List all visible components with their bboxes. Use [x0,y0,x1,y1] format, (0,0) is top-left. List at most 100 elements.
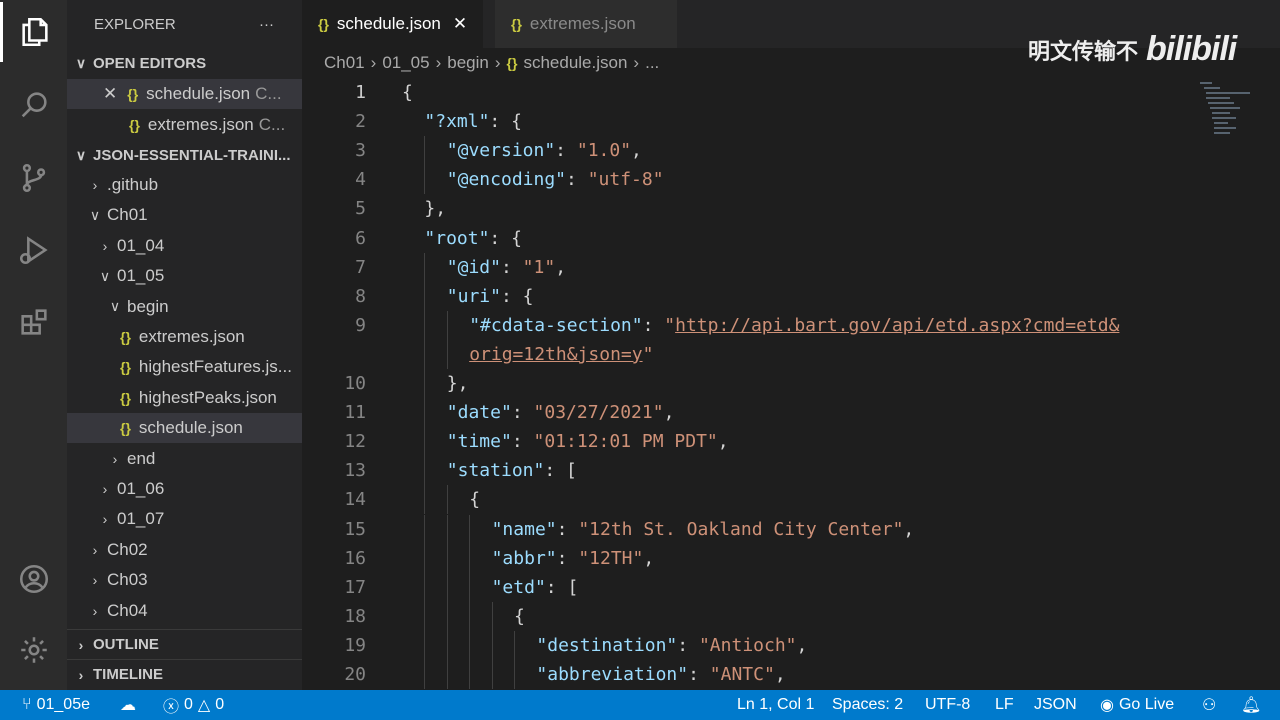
sync-button[interactable]: ☁ [120,690,136,720]
code-line: "abbreviation": "ANTC", [536,660,785,689]
code-token: "name" [491,518,557,540]
code-line: "time": "01:12:01 PM PDT", [447,427,729,456]
minimap[interactable] [1200,78,1260,408]
tree-folder[interactable]: ∨ Ch01 [67,200,302,230]
breadcrumb-item[interactable]: schedule.json [523,53,627,73]
open-editor-item[interactable]: {} extremes.json C... [67,110,302,140]
tree-file[interactable]: {} extremes.json [67,322,302,352]
more-actions-icon[interactable]: ··· [259,16,274,33]
chevron-down-icon: ∨ [75,146,87,163]
branch-indicator[interactable]: ⑂ 01_05e [22,690,90,720]
code-token: : [556,518,579,540]
source-control-icon[interactable] [0,148,67,208]
tree-folder[interactable]: › Ch03 [67,565,302,595]
notifications-bell-icon[interactable]: 🔔︎ [1241,690,1261,720]
tree-file[interactable]: {} schedule.json [67,413,302,444]
close-icon[interactable]: ✕ [453,14,467,34]
go-live-button[interactable]: ◉ Go Live [1100,690,1174,720]
tree-folder[interactable]: › end [67,444,302,474]
code-token: : [677,634,699,656]
file-name: schedule.json [146,84,251,103]
breadcrumb-item[interactable]: begin [447,53,489,73]
tree-folder[interactable]: ∨ 01_05 [67,261,302,291]
code-line: "etd": [ [492,573,579,602]
extensions-icon[interactable] [0,292,67,352]
chevron-right-icon: › [78,636,84,653]
open-editor-item[interactable]: ✕ {} schedule.json C... [67,79,302,109]
tree-item-label: Ch03 [107,570,148,590]
tree-folder[interactable]: › 01_07 [67,504,302,534]
code-token: "Antioch" [698,634,797,656]
indent-guide [514,630,515,660]
tree-folder[interactable]: › 01_06 [67,474,302,504]
code-token: : [511,402,534,424]
indent-guide [469,630,471,660]
tree-item-label: Ch01 [107,205,148,225]
close-icon[interactable]: ✕ [103,84,117,104]
feedback-icon[interactable]: ⚇ [1202,690,1216,720]
line-ending[interactable]: LF [995,690,1014,720]
account-icon[interactable] [0,549,67,609]
indent-guide [469,514,471,544]
language-mode[interactable]: JSON [1034,690,1077,720]
line-number [302,340,366,369]
code-token: "ANTC" [709,664,775,685]
tree-file[interactable]: {} highestPeaks.json [67,383,302,413]
tree-item-label: Ch02 [107,539,148,559]
code-line: { [469,485,480,514]
tree-folder[interactable]: › 01_04 [67,231,302,261]
tab-label: schedule.json [336,14,441,33]
tree-item-label: highestPeaks.json [138,387,277,407]
tree-folder[interactable]: ∨ begin [67,292,302,322]
line-number: 15 [344,518,366,540]
run-debug-icon[interactable] [0,220,67,280]
code-line: "abbr": "12TH", [492,544,655,573]
json-file-icon: {} [120,329,131,345]
problems-indicator[interactable]: ⓧ 0 △ 0 [163,690,224,720]
line-number: 2 [355,111,366,133]
code-token: , [555,256,567,278]
project-label: JSON-ESSENTIAL-TRAINI... [93,146,291,164]
git-branch-icon: ⑂ [22,696,32,713]
tree-folder[interactable]: › .github [67,170,302,200]
search-icon[interactable] [0,75,67,135]
code-token: "12th St. Oakland City Center" [578,518,904,540]
line-number: 9 [355,314,366,336]
code-token: "?xml" [424,111,490,133]
explorer-icon[interactable] [0,2,67,62]
chevron-down-icon: ∨ [75,54,87,71]
tree-folder[interactable]: › Ch04 [67,596,302,626]
encoding[interactable]: UTF-8 [925,690,970,720]
line-number: 11 [344,402,366,424]
json-file-icon: {} [129,117,140,133]
tree-folder[interactable]: › Ch02 [67,535,302,565]
project-section[interactable]: ∨ JSON-ESSENTIAL-TRAINI... [67,140,302,170]
indent-guide [446,630,448,660]
go-live-label: Go Live [1118,696,1175,713]
code-token: }, [424,198,447,220]
timeline-section[interactable]: › TIMELINE [67,659,302,689]
tab-extremes-json[interactable]: {} extremes.json [495,0,677,48]
cursor-position[interactable]: Ln 1, Col 1 [737,690,814,720]
breadcrumb-item[interactable]: Ch01 [324,53,365,73]
json-file-icon: {} [318,16,329,32]
code-token: : [511,431,534,453]
indent-guide [424,543,426,573]
indent-guide [514,660,515,689]
indent-guide [446,601,448,631]
tree-file[interactable]: {} highestFeatures.js... [67,352,302,382]
breadcrumb-item[interactable]: 01_05 [382,53,429,73]
code-token: , [717,431,729,453]
breadcrumb-item[interactable]: ... [645,53,659,73]
chevron-right-icon: › [102,481,108,497]
open-editors-section[interactable]: ∨ OPEN EDITORS [67,48,302,78]
settings-gear-icon[interactable] [0,620,67,680]
code-token: "1.0" [576,140,632,162]
indent-guide [424,398,426,428]
tree-item-label: end [127,448,156,468]
outline-section[interactable]: › OUTLINE [67,629,302,659]
watermark: 明文传输不 bilibili [1028,30,1237,69]
tab-schedule-json[interactable]: {} schedule.json ✕ [302,0,484,48]
indentation[interactable]: Spaces: 2 [832,690,903,720]
code-token: "@version" [446,140,556,162]
